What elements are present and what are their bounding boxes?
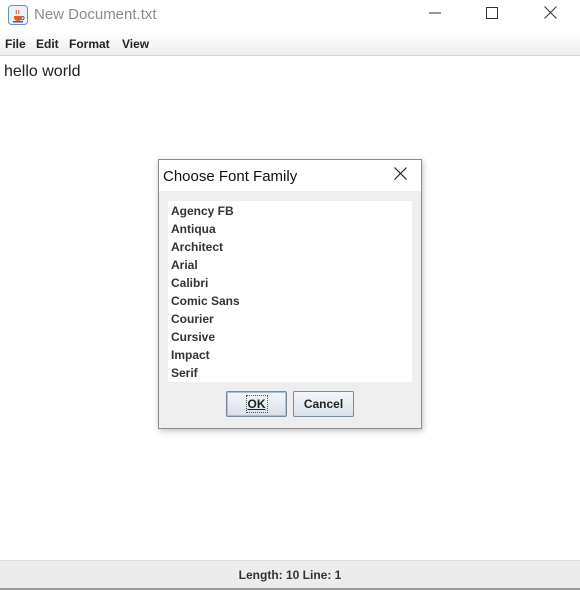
font-list-item[interactable]: Courier <box>171 310 214 328</box>
font-list-item[interactable]: Serif <box>171 364 198 382</box>
dialog-title: Choose Font Family <box>163 168 298 185</box>
font-family-list[interactable]: Agency FB Antiqua Architect Arial Calibr… <box>168 201 412 382</box>
menu-format[interactable]: Format <box>69 37 110 51</box>
ok-button[interactable]: OK <box>226 391 287 417</box>
maximize-button[interactable] <box>469 0 515 30</box>
cancel-button[interactable]: Cancel <box>293 391 354 417</box>
close-window-button[interactable] <box>527 0 573 30</box>
font-list-item[interactable]: Impact <box>171 346 210 364</box>
menu-view[interactable]: View <box>122 37 149 51</box>
minimize-button[interactable] <box>412 0 458 30</box>
font-list-item[interactable]: Antiqua <box>171 220 216 238</box>
menu-bar: File Edit Format View <box>0 31 580 56</box>
dialog-titlebar: Choose Font Family <box>159 160 421 191</box>
font-list-item[interactable]: Architect <box>171 238 223 256</box>
maximize-icon <box>486 6 498 24</box>
font-list-item[interactable]: Comic Sans <box>171 292 240 310</box>
choose-font-dialog: Choose Font Family Agency FB Antiqua Arc… <box>158 159 422 429</box>
font-list-item[interactable]: Arial <box>171 256 198 274</box>
font-list-item[interactable]: Cursive <box>171 328 215 346</box>
status-text: Length: 10 Line: 1 <box>238 568 342 582</box>
close-icon <box>393 167 407 185</box>
window-title: New Document.txt <box>34 6 157 23</box>
minimize-icon <box>429 6 441 24</box>
window-titlebar: New Document.txt <box>0 0 580 31</box>
close-icon <box>543 6 557 24</box>
ok-button-label: OK <box>245 395 268 413</box>
menu-file[interactable]: File <box>5 37 26 51</box>
cancel-button-label: Cancel <box>303 397 344 411</box>
java-cup-icon <box>8 5 28 25</box>
status-bar: Length: 10 Line: 1 <box>0 560 580 588</box>
editor-content[interactable]: hello world <box>4 63 80 81</box>
menu-edit[interactable]: Edit <box>36 37 59 51</box>
font-list-item[interactable]: Calibri <box>171 274 208 292</box>
dialog-close-button[interactable] <box>385 165 415 187</box>
font-list-item[interactable]: Agency FB <box>171 202 234 220</box>
